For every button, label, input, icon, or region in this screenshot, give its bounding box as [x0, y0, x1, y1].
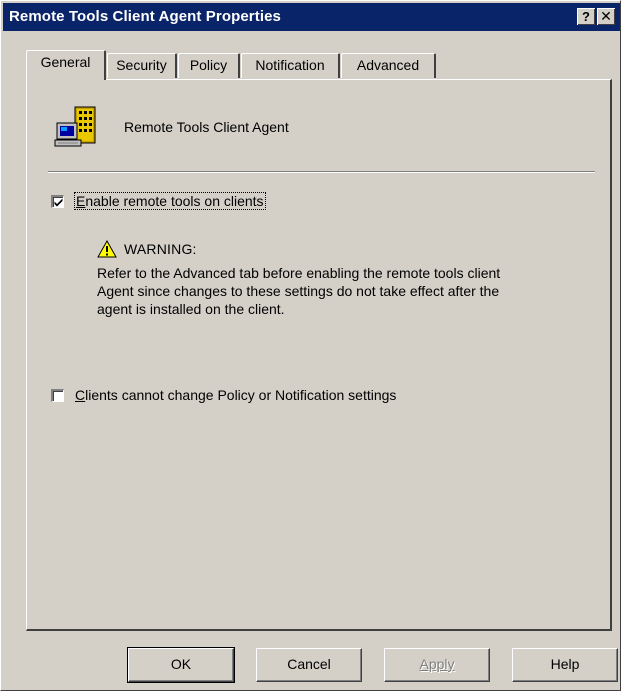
general-tab-panel	[26, 79, 612, 631]
accelerator-key: C	[75, 387, 86, 403]
apply-button[interactable]: Apply	[384, 648, 490, 682]
tab-notification[interactable]: Notification	[241, 53, 340, 78]
warning-line: Refer to the Advanced tab before enablin…	[97, 265, 501, 281]
label-text: lients cannot change Policy or Notificat…	[85, 387, 397, 403]
warning-line: Agent since changes to these settings do…	[97, 283, 500, 299]
help-caption-button[interactable]: ?	[577, 8, 595, 25]
separator	[48, 171, 595, 173]
apply-label: Apply	[419, 656, 455, 672]
warning-line: agent is installed on the client.	[97, 301, 285, 317]
window-title: Remote Tools Client Agent Properties	[9, 8, 281, 25]
tab-general[interactable]: General	[26, 50, 106, 80]
clients-cannot-change-checkbox[interactable]	[51, 389, 64, 402]
clients-cannot-change-label[interactable]: Clients cannot change Policy or Notifica…	[75, 387, 396, 403]
title-bar[interactable]: Remote Tools Client Agent Properties ? ✕	[3, 3, 620, 31]
help-button[interactable]: Help	[512, 648, 618, 682]
warning-text: Refer to the Advanced tab before enablin…	[97, 264, 557, 318]
enable-remote-tools-checkbox[interactable]	[51, 195, 64, 208]
accelerator-key: E	[76, 193, 86, 209]
close-button[interactable]: ✕	[597, 8, 615, 25]
ok-button[interactable]: OK	[127, 647, 235, 683]
tab-security[interactable]: Security	[107, 53, 177, 78]
computer-building-icon	[54, 106, 96, 147]
tab-advanced[interactable]: Advanced	[341, 53, 436, 78]
agent-name-label: Remote Tools Client Agent	[124, 119, 289, 135]
warning-triangle-icon	[97, 240, 117, 258]
warning-title: WARNING:	[124, 241, 197, 257]
tab-policy[interactable]: Policy	[178, 53, 240, 78]
enable-remote-tools-label[interactable]: Enable remote tools on clients	[74, 192, 266, 210]
label-text: nable remote tools on clients	[85, 193, 264, 209]
checkmark-icon	[54, 198, 63, 207]
properties-dialog: Remote Tools Client Agent Properties ? ✕…	[0, 0, 621, 691]
cancel-button[interactable]: Cancel	[256, 648, 362, 682]
